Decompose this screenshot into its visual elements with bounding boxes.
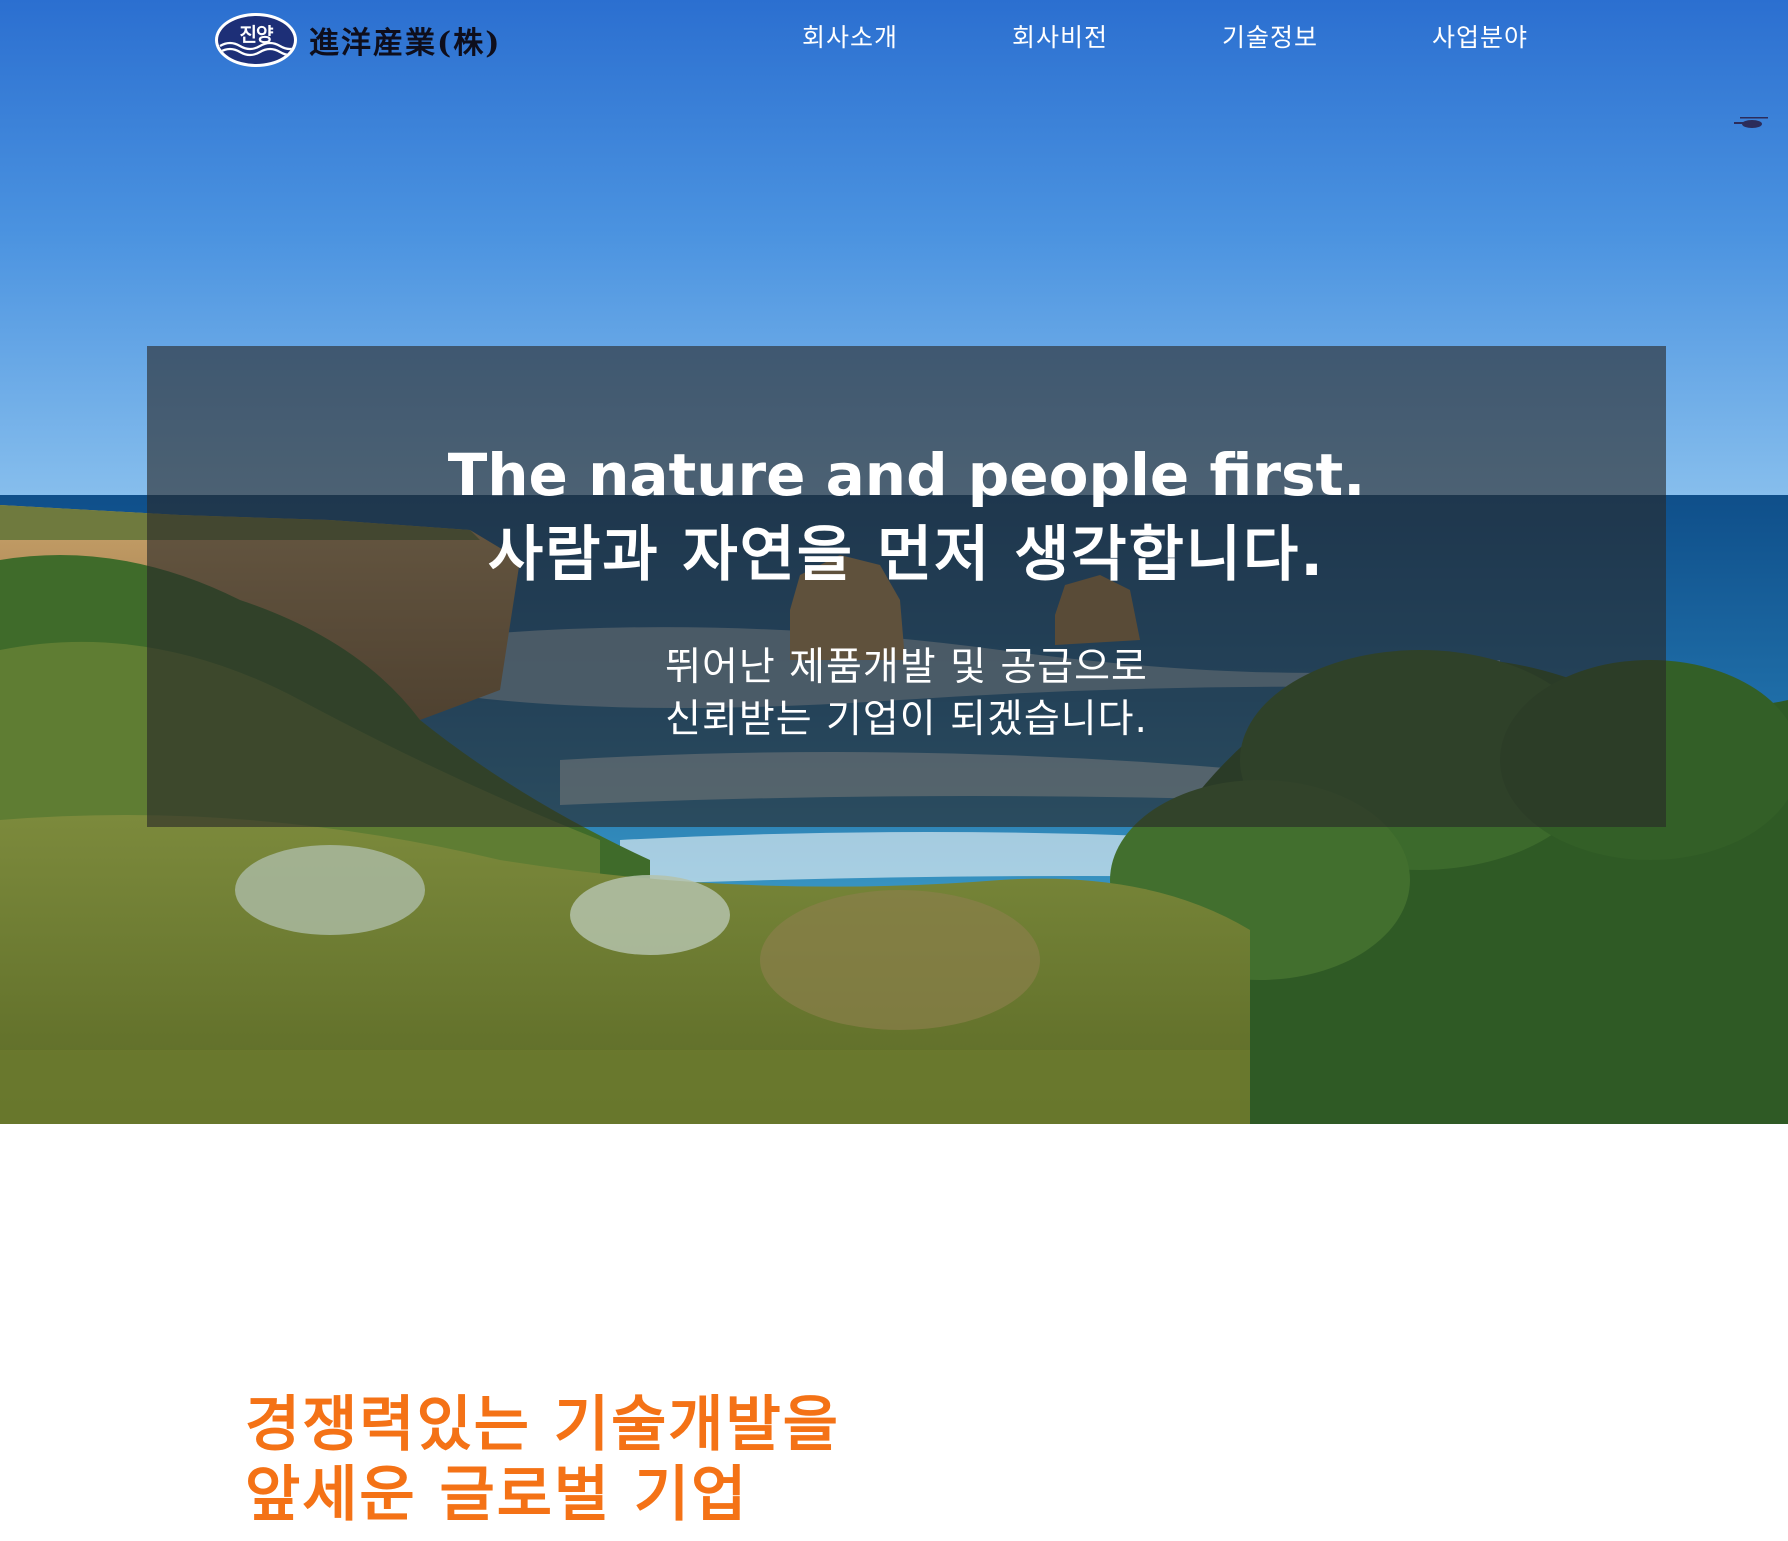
nav-item-tech-info[interactable]: 기술정보 bbox=[1190, 18, 1350, 58]
logo-emblem: 진양 bbox=[215, 13, 297, 67]
hero-headline-korean: 사람과 자연을 먼저 생각합니다. bbox=[487, 520, 1326, 590]
page: 진양 進洋産業(株) 회사소개 회사비전 기술정보 사업분야 The natur… bbox=[0, 0, 1788, 1541]
nav-item-company-intro[interactable]: 회사소개 bbox=[770, 18, 930, 58]
tagline-line2: 앞세운 글로벌 기업 bbox=[245, 1460, 749, 1530]
hero-headline-english: The nature and people first. bbox=[447, 441, 1366, 509]
hero-subtext-line1: 뛰어난 제품개발 및 공급으로 bbox=[665, 645, 1148, 690]
hero-subtext-line2: 신뢰받는 기업이 되겠습니다. bbox=[665, 697, 1148, 742]
waves-icon bbox=[219, 41, 294, 57]
nav-item-business-areas[interactable]: 사업분야 bbox=[1400, 18, 1560, 58]
company-logo[interactable]: 진양 進洋産業(株) bbox=[215, 12, 501, 68]
tagline-line1: 경쟁력있는 기술개발을 bbox=[245, 1390, 840, 1460]
hero-overlay-panel: The nature and people first. 사람과 자연을 먼저 … bbox=[147, 346, 1666, 827]
main-nav: 회사소개 회사비전 기술정보 사업분야 bbox=[770, 18, 1560, 58]
section-tagline: 경쟁력있는 기술개발을 앞세운 글로벌 기업 bbox=[245, 1390, 840, 1530]
company-name: 進洋産業(株) bbox=[309, 26, 502, 61]
hero-section: 진양 進洋産業(株) 회사소개 회사비전 기술정보 사업분야 The natur… bbox=[0, 0, 1788, 1124]
nav-item-company-vision[interactable]: 회사비전 bbox=[980, 18, 1140, 58]
